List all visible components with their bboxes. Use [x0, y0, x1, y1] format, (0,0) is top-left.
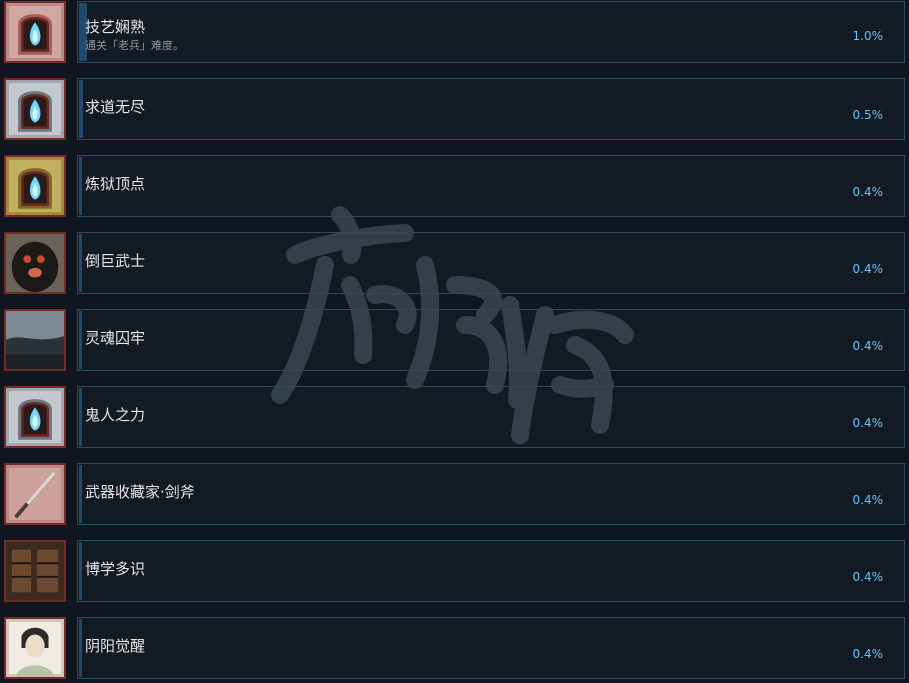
achievement-row[interactable]: 求道无尽 0.5%: [0, 77, 909, 154]
unlock-percentage: 0.4%: [852, 647, 884, 661]
achievement-card: 阴阳觉醒 0.4%: [77, 617, 905, 679]
achievement-card: 武器收藏家·剑斧 0.4%: [77, 463, 905, 525]
stormy-landscape-icon: [4, 309, 66, 371]
achievement-row[interactable]: 博学多识 0.4%: [0, 539, 909, 616]
unlock-percentage: 0.4%: [852, 493, 884, 507]
achievement-card: 炼狱顶点 0.4%: [77, 155, 905, 217]
achievement-card: 鬼人之力 0.4%: [77, 386, 905, 448]
achievement-name: 阴阳觉醒: [85, 637, 146, 655]
achievement-row[interactable]: 技艺娴熟通关「老兵」难度。 1.0%: [0, 0, 909, 77]
unlock-percentage: 0.4%: [852, 262, 884, 276]
achievement-name: 灵魂囚牢: [85, 329, 146, 347]
unlock-rate-bar: [79, 388, 83, 446]
achievement-card: 灵魂囚牢 0.4%: [77, 309, 905, 371]
unlock-rate-bar: [79, 80, 84, 138]
sword-axe-icon: [4, 463, 66, 525]
achievement-name: 武器收藏家·剑斧: [85, 483, 195, 501]
achievement-name: 博学多识: [85, 560, 146, 578]
achievement-card: 倒巨武士 0.4%: [77, 232, 905, 294]
unlock-rate-bar: [79, 542, 83, 600]
achievement-row[interactable]: 武器收藏家·剑斧 0.4%: [0, 462, 909, 539]
unlock-rate-bar: [79, 619, 83, 677]
unlock-rate-bar: [79, 234, 83, 292]
achievement-row[interactable]: 鬼人之力 0.4%: [0, 385, 909, 462]
achievement-row[interactable]: 阴阳觉醒 0.4%: [0, 616, 909, 683]
achievement-name: 鬼人之力: [85, 406, 146, 424]
blue-flame-frame-icon: [4, 386, 66, 448]
achievement-row[interactable]: 炼狱顶点 0.4%: [0, 154, 909, 231]
achievement-name: 炼狱顶点: [85, 175, 146, 193]
blue-flame-frame-icon: [4, 1, 66, 63]
unlock-rate-bar: [79, 465, 83, 523]
unlock-percentage: 0.4%: [852, 416, 884, 430]
achievement-description: 通关「老兵」难度。: [85, 39, 184, 52]
blue-flame-frame-icon: [4, 155, 66, 217]
giant-monster-icon: [4, 232, 66, 294]
unlock-rate-bar: [79, 311, 83, 369]
achievement-card: 技艺娴熟通关「老兵」难度。 1.0%: [77, 1, 905, 63]
achievement-card: 博学多识 0.4%: [77, 540, 905, 602]
achievement-list: 技艺娴熟通关「老兵」难度。 1.0% 求道无尽 0.5% 炼狱顶点 0.4% 倒巨武士…: [0, 0, 909, 683]
unlock-percentage: 0.4%: [852, 339, 884, 353]
achievement-card: 求道无尽 0.5%: [77, 78, 905, 140]
library-shelves-icon: [4, 540, 66, 602]
achievement-name: 技艺娴熟: [85, 18, 146, 36]
unlock-percentage: 1.0%: [852, 29, 884, 43]
unlock-percentage: 0.5%: [852, 108, 884, 122]
blue-flame-frame-icon: [4, 78, 66, 140]
unlock-percentage: 0.4%: [852, 185, 884, 199]
achievement-name: 倒巨武士: [85, 252, 146, 270]
unlock-rate-bar: [79, 157, 83, 215]
achievement-name: 求道无尽: [85, 98, 146, 116]
achievement-row[interactable]: 灵魂囚牢 0.4%: [0, 308, 909, 385]
achievement-row[interactable]: 倒巨武士 0.4%: [0, 231, 909, 308]
onmyoji-portrait-icon: [4, 617, 66, 679]
unlock-percentage: 0.4%: [852, 570, 884, 584]
